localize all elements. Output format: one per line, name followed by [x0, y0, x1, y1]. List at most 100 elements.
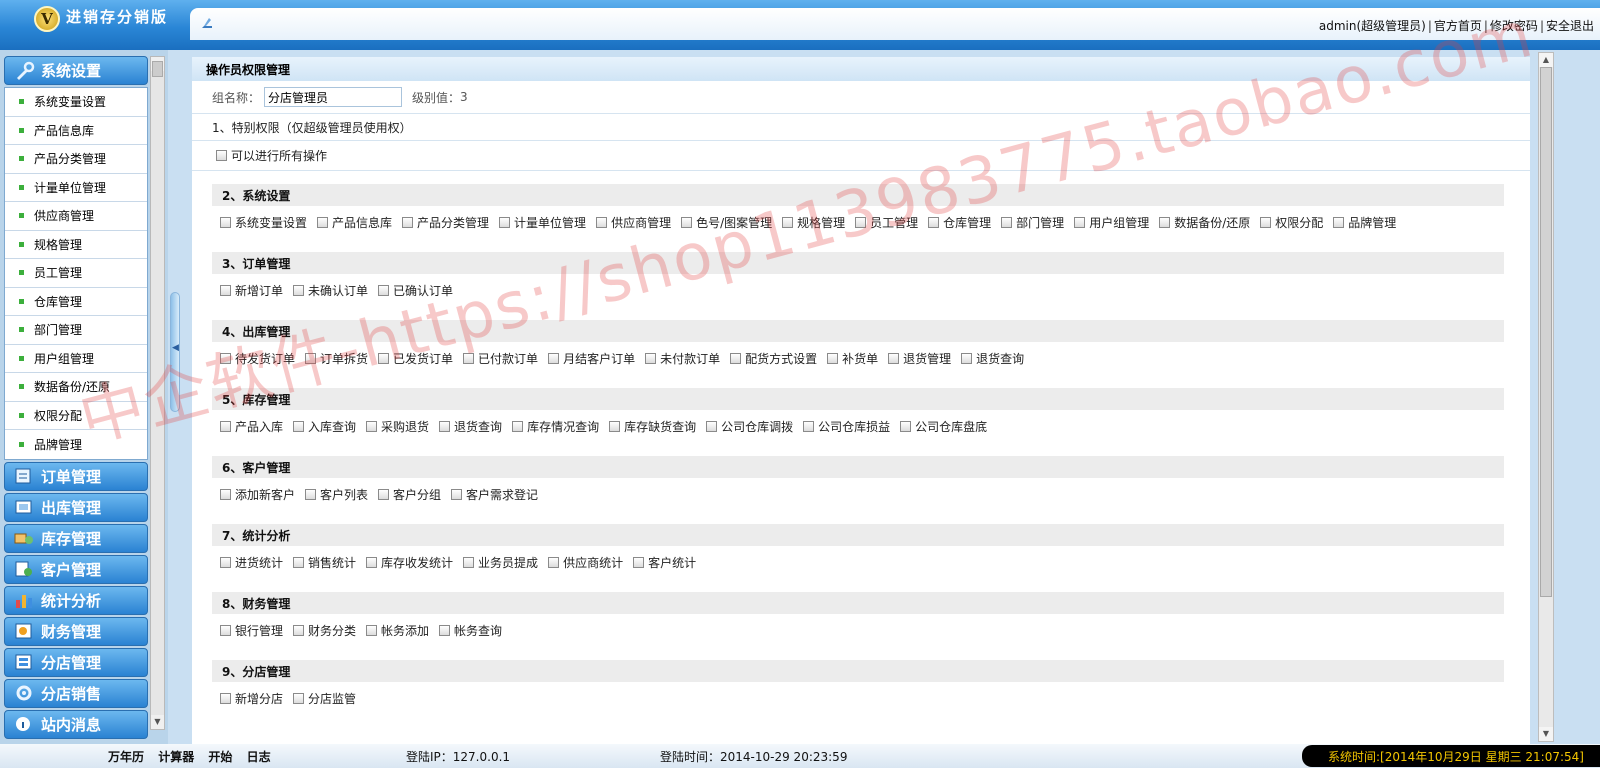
menu-branch[interactable]: 分店管理 [4, 647, 148, 677]
main-scrollbar[interactable]: ▲ ▼ [1538, 52, 1554, 742]
permission-checkbox-item[interactable]: 退货管理 [888, 350, 951, 367]
checkbox[interactable] [782, 217, 794, 228]
checkbox[interactable] [439, 421, 451, 432]
checkbox[interactable] [293, 557, 305, 568]
permission-checkbox-item[interactable]: 数据备份/还原 [1159, 214, 1250, 231]
log-link[interactable]: 日志 [247, 750, 271, 764]
checkbox[interactable] [928, 217, 940, 228]
permission-checkbox-item[interactable]: 公司仓库调拨 [706, 418, 793, 435]
checkbox[interactable] [451, 489, 463, 500]
checkbox[interactable] [681, 217, 693, 228]
permission-checkbox-item[interactable]: 银行管理 [220, 622, 283, 639]
checkbox[interactable] [961, 353, 973, 364]
permission-checkbox-item[interactable]: 财务分类 [293, 622, 356, 639]
permission-checkbox-item[interactable]: 业务员提成 [463, 554, 538, 571]
permission-checkbox-item[interactable]: 产品信息库 [317, 214, 392, 231]
menu-system-settings[interactable]: 系统设置 [4, 56, 148, 85]
checkbox[interactable] [609, 421, 621, 432]
checkbox[interactable] [293, 693, 305, 704]
permission-checkbox-item[interactable]: 订单拆货 [305, 350, 368, 367]
permission-checkbox-item[interactable]: 仓库管理 [928, 214, 991, 231]
checkbox[interactable] [633, 557, 645, 568]
sidebar-item-staff[interactable]: 员工管理 [5, 259, 147, 288]
checkbox[interactable] [366, 557, 378, 568]
checkbox[interactable] [220, 353, 231, 364]
menu-order[interactable]: 订单管理 [4, 461, 148, 491]
sidebar-item-warehouse[interactable]: 仓库管理 [5, 288, 147, 316]
checkbox[interactable] [730, 353, 742, 364]
checkbox[interactable] [305, 489, 317, 500]
checkbox[interactable] [220, 421, 231, 432]
permission-checkbox-item[interactable]: 退货查询 [439, 418, 502, 435]
checkbox[interactable] [1074, 217, 1086, 228]
checkbox[interactable] [293, 285, 305, 296]
checkbox[interactable] [305, 353, 317, 364]
sidebar-item-permissions[interactable]: 权限分配 [5, 402, 147, 430]
permission-checkbox-item[interactable]: 新增订单 [220, 282, 283, 299]
permission-checkbox-item[interactable]: 配货方式设置 [730, 350, 817, 367]
permission-checkbox-item[interactable]: 未付款订单 [645, 350, 720, 367]
checkbox[interactable] [216, 150, 227, 161]
permission-checkbox-item[interactable]: 客户分组 [378, 486, 441, 503]
special-permissions-option[interactable]: 可以进行所有操作 [192, 141, 1530, 171]
permission-checkbox-item[interactable]: 公司仓库损益 [803, 418, 890, 435]
permission-checkbox-item[interactable]: 部门管理 [1001, 214, 1064, 231]
permission-checkbox-item[interactable]: 计量单位管理 [499, 214, 586, 231]
checkbox[interactable] [220, 625, 231, 636]
permission-checkbox-item[interactable]: 退货查询 [961, 350, 1024, 367]
sidebar-item-spec[interactable]: 规格管理 [5, 231, 147, 259]
sidebar-item-product-library[interactable]: 产品信息库 [5, 117, 147, 145]
permission-checkbox-item[interactable]: 月结客户订单 [548, 350, 635, 367]
menu-statistics[interactable]: 统计分析 [4, 585, 148, 615]
checkbox[interactable] [402, 217, 414, 228]
permission-checkbox-item[interactable]: 员工管理 [855, 214, 918, 231]
sidebar-item-product-category[interactable]: 产品分类管理 [5, 145, 147, 174]
menu-branch-sales[interactable]: 分店销售 [4, 678, 148, 708]
logout-link[interactable]: 安全退出 [1546, 19, 1594, 33]
permission-checkbox-item[interactable]: 供应商统计 [548, 554, 623, 571]
checkbox[interactable] [548, 353, 560, 364]
permission-checkbox-item[interactable]: 已确认订单 [378, 282, 453, 299]
scroll-up-icon[interactable]: ▲ [1539, 53, 1553, 67]
checkbox[interactable] [596, 217, 608, 228]
checkbox[interactable] [366, 625, 378, 636]
checkbox[interactable] [463, 353, 475, 364]
permission-checkbox-item[interactable]: 权限分配 [1260, 214, 1323, 231]
checkbox[interactable] [803, 421, 815, 432]
checkbox[interactable] [1159, 217, 1171, 228]
menu-inventory[interactable]: 库存管理 [4, 523, 148, 553]
permission-checkbox-item[interactable]: 产品入库 [220, 418, 283, 435]
sidebar-item-unit[interactable]: 计量单位管理 [5, 174, 147, 202]
sidebar-item-department[interactable]: 部门管理 [5, 316, 147, 345]
sidebar-item-supplier[interactable]: 供应商管理 [5, 202, 147, 231]
menu-finance[interactable]: 财务管理 [4, 616, 148, 646]
permission-checkbox-item[interactable]: 已付款订单 [463, 350, 538, 367]
checkbox[interactable] [706, 421, 718, 432]
checkbox[interactable] [317, 217, 329, 228]
permission-checkbox-item[interactable]: 库存缺货查询 [609, 418, 696, 435]
start-link[interactable]: 开始 [208, 750, 232, 764]
checkbox[interactable] [220, 693, 231, 704]
sidebar-item-brand[interactable]: 品牌管理 [5, 430, 147, 459]
permission-checkbox-item[interactable]: 入库查询 [293, 418, 356, 435]
official-home-link[interactable]: 官方首页 [1434, 19, 1482, 33]
permission-checkbox-item[interactable]: 未确认订单 [293, 282, 368, 299]
menu-messages[interactable]: 站内消息 [4, 709, 148, 739]
scrollbar-thumb[interactable] [152, 61, 163, 77]
permission-checkbox-item[interactable]: 供应商管理 [596, 214, 671, 231]
checkbox[interactable] [378, 353, 390, 364]
calendar-link[interactable]: 万年历 [108, 750, 144, 764]
checkbox[interactable] [888, 353, 900, 364]
scroll-down-icon[interactable]: ▼ [151, 715, 164, 729]
permission-checkbox-item[interactable]: 库存情况查询 [512, 418, 599, 435]
permission-checkbox-item[interactable]: 进货统计 [220, 554, 283, 571]
checkbox[interactable] [855, 217, 867, 228]
permission-checkbox-item[interactable]: 公司仓库盘底 [900, 418, 987, 435]
permission-checkbox-item[interactable]: 规格管理 [782, 214, 845, 231]
permission-checkbox-item[interactable]: 系统变量设置 [220, 214, 307, 231]
sidebar-scrollbar[interactable]: ▲ ▼ [150, 56, 165, 730]
permission-checkbox-item[interactable]: 采购退货 [366, 418, 429, 435]
checkbox[interactable] [548, 557, 560, 568]
checkbox[interactable] [1333, 217, 1345, 228]
scroll-down-icon[interactable]: ▼ [1539, 727, 1553, 741]
